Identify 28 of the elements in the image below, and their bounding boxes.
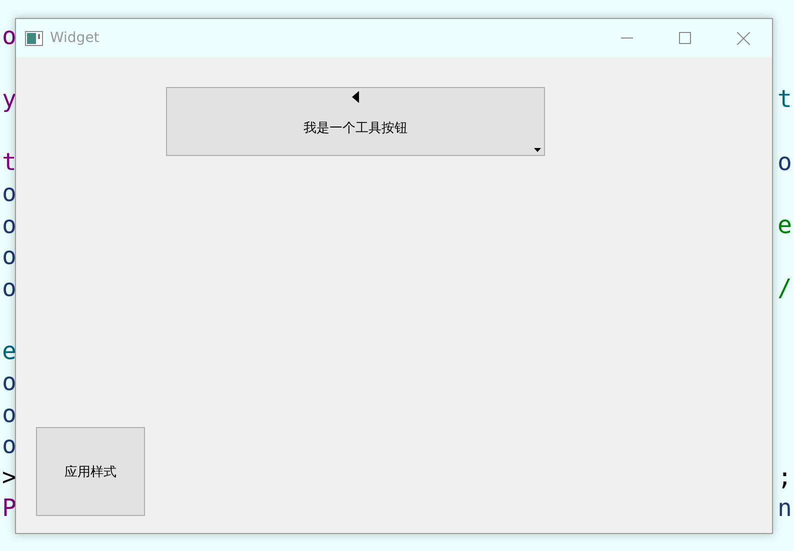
close-icon [736, 32, 750, 44]
code-text: > [2, 462, 16, 491]
code-text: y [2, 84, 16, 113]
minimize-icon [621, 37, 633, 39]
code-text: o [2, 22, 16, 50]
dropdown-arrow-icon [534, 148, 541, 152]
code-text: ; [778, 462, 792, 491]
left-arrow-icon [352, 91, 359, 103]
code-text: o [778, 148, 792, 176]
code-text: e [2, 336, 16, 365]
code-text: o [2, 179, 16, 208]
code-text: o [2, 400, 16, 428]
code-text: o [2, 242, 16, 270]
tool-button[interactable]: 我是一个工具按钮 [166, 87, 545, 156]
code-text: P [2, 494, 16, 522]
code-text: / [778, 274, 792, 302]
code-text: o [2, 210, 16, 239]
window-title: Widget [50, 30, 100, 46]
code-text: o [2, 431, 16, 460]
code-text: t [778, 84, 792, 113]
code-text: t [2, 148, 16, 176]
code-text: o [2, 274, 16, 302]
apply-style-button[interactable]: 应用样式 [36, 427, 145, 516]
code-text: n [778, 494, 792, 522]
code-text: o [2, 368, 16, 396]
window-icon [25, 30, 43, 46]
code-text: e [778, 210, 792, 239]
maximize-icon [679, 32, 691, 44]
